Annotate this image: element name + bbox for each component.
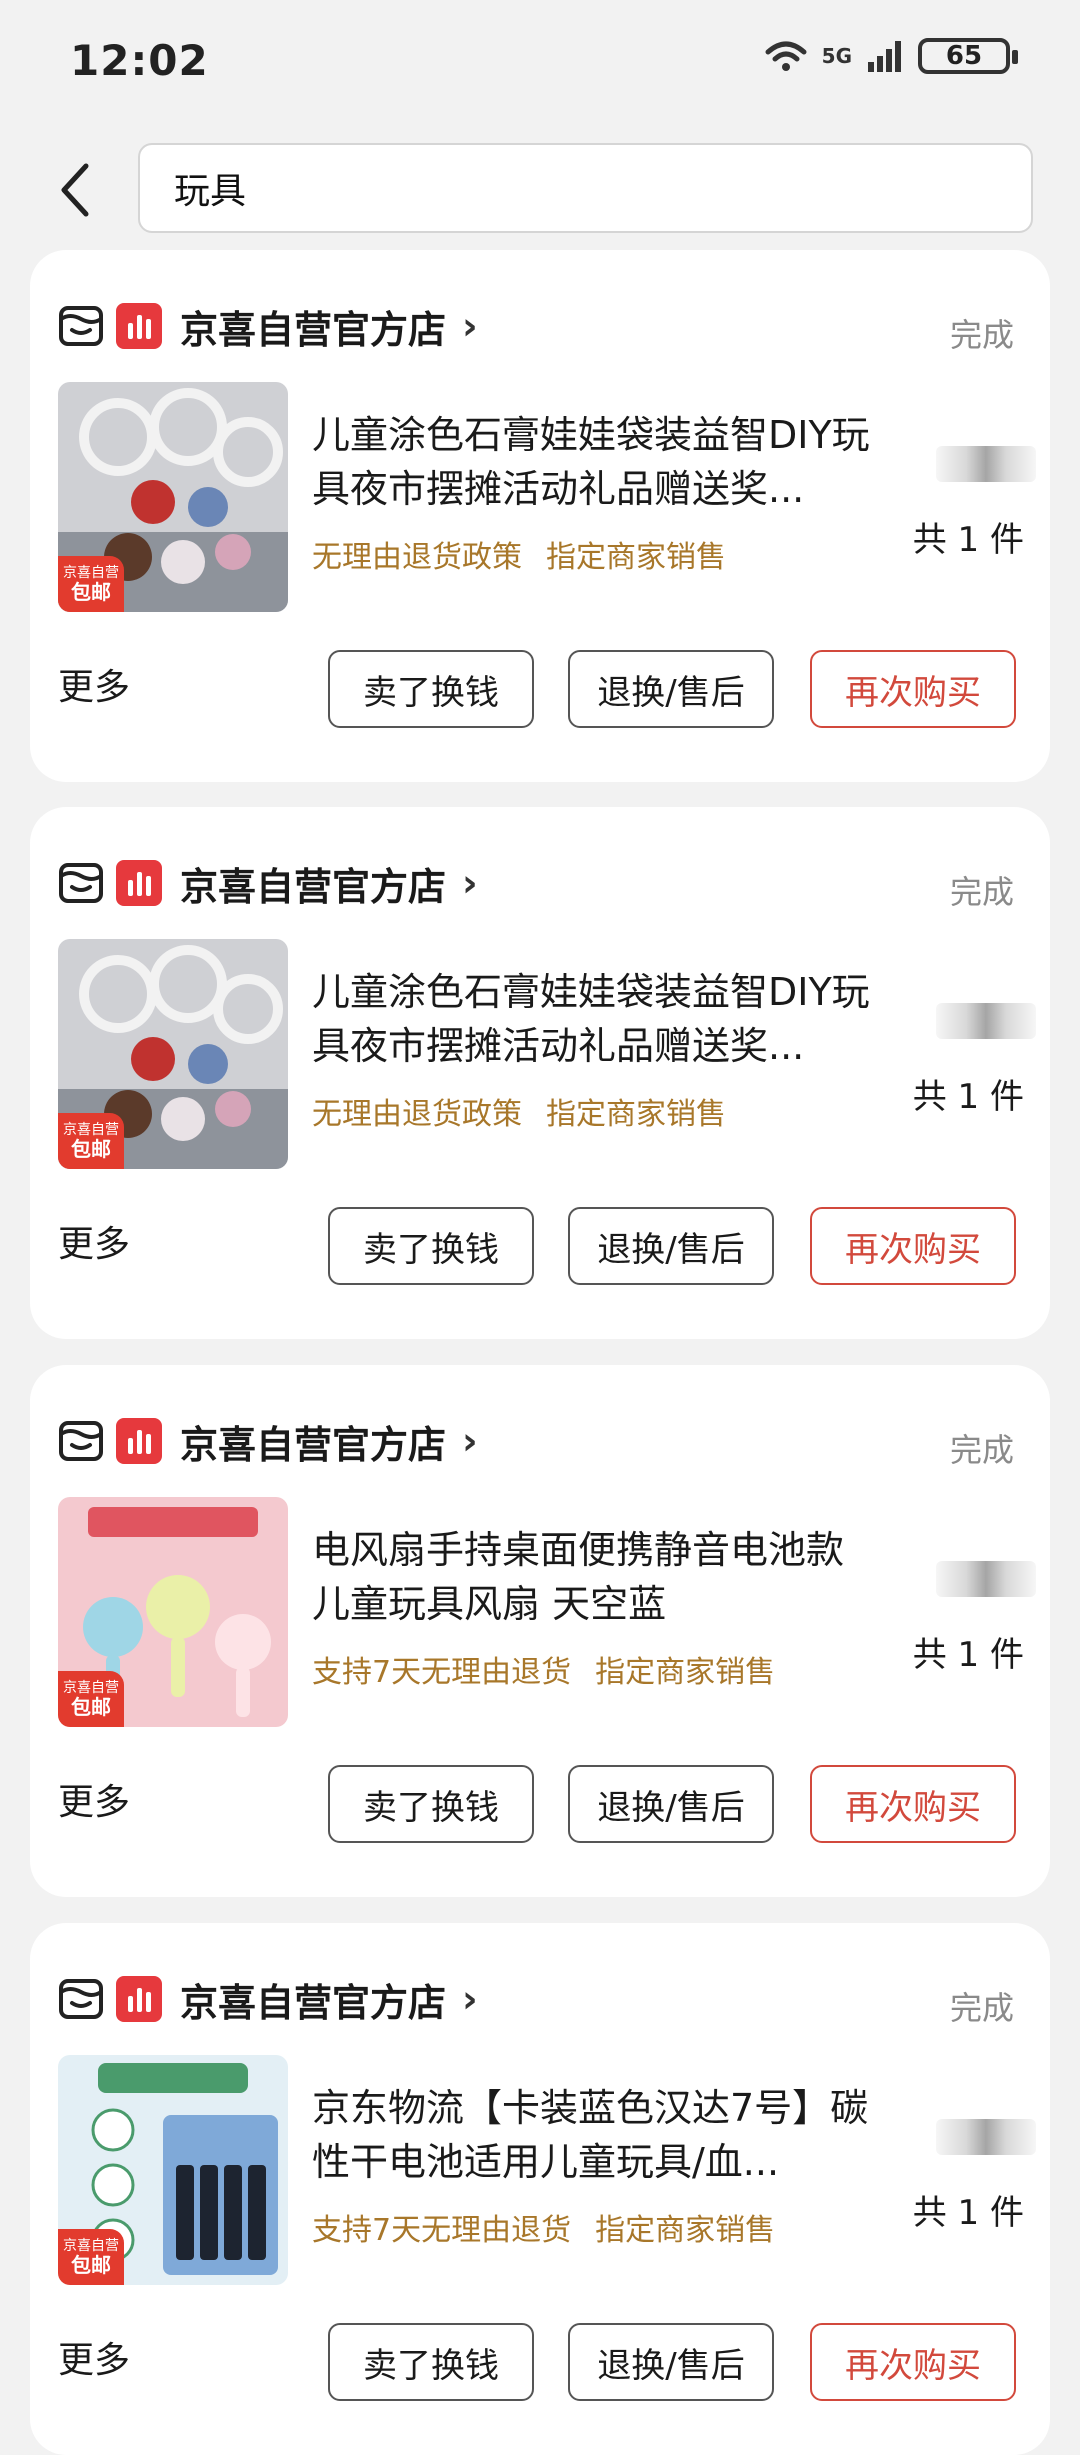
tag-return-policy: 支持7天无理由退货 [312,1655,572,1690]
order-status: 完成 [949,873,1014,911]
more-button[interactable]: 更多 [58,1773,130,1825]
chevron-right-icon: › [462,304,478,348]
sell-button[interactable]: 卖了换钱 [328,650,534,728]
badge-free-shipping: 包邮 [71,580,111,604]
buy-again-button[interactable]: 再次购买 [810,1765,1016,1843]
tag-return-policy: 支持7天无理由退货 [312,2213,572,2248]
price-blurred [936,1003,1036,1039]
item-quantity: 共 1 件 [912,1077,1024,1117]
tag-merchant: 指定商家销售 [546,540,726,575]
store-icon [59,306,103,346]
service-tags: 支持7天无理由退货 指定商家销售 [312,2205,775,2249]
more-button[interactable]: 更多 [58,2331,130,2383]
sell-button[interactable]: 卖了换钱 [328,1207,534,1285]
back-icon[interactable] [48,158,108,222]
jingxi-logo-icon [116,1976,162,2022]
buy-again-button[interactable]: 再次购买 [810,650,1016,728]
refund-button[interactable]: 退换/售后 [568,1207,774,1285]
chevron-right-icon: › [462,1419,478,1463]
store-header[interactable]: 京喜自营官方店 › [58,296,478,356]
network-type: 5G [821,44,852,68]
sell-button[interactable]: 卖了换钱 [328,2323,534,2401]
product-image[interactable]: 京喜自营 包邮 [58,382,288,612]
tag-merchant: 指定商家销售 [595,1655,776,1690]
product-image[interactable]: 京喜自营 包邮 [58,2055,288,2285]
product-title[interactable]: 京东物流【卡装蓝色汉达7号】碳性干电池适用儿童玩具/血... [312,2081,872,2189]
search-input[interactable]: 玩具 [138,143,1033,233]
battery-level: 65 [945,41,983,71]
badge-free-shipping: 包邮 [71,1695,111,1719]
buy-again-button[interactable]: 再次购买 [810,2323,1016,2401]
status-icons: 5G 65 [764,38,1018,74]
store-header[interactable]: 京喜自营官方店 › [58,1969,478,2029]
order-status: 完成 [949,1989,1014,2027]
order-status: 完成 [949,1431,1014,1469]
store-header[interactable]: 京喜自营官方店 › [58,853,478,913]
clock: 12:02 [70,36,209,85]
refund-button[interactable]: 退换/售后 [568,650,774,728]
tag-merchant: 指定商家销售 [595,2213,776,2248]
store-name: 京喜自营官方店 [180,307,447,352]
badge-label: 京喜自营 [63,565,119,581]
refund-button[interactable]: 退换/售后 [568,2323,774,2401]
store-name: 京喜自营官方店 [180,864,447,909]
tag-return-policy: 无理由退货政策 [312,540,522,575]
chevron-right-icon: › [462,861,478,905]
wifi-icon [765,41,807,71]
item-quantity: 共 1 件 [912,1635,1024,1675]
store-icon [59,863,103,903]
refund-button[interactable]: 退换/售后 [568,1765,774,1843]
signal-icon [868,41,901,72]
free-shipping-badge: 京喜自营 包邮 [58,556,124,612]
free-shipping-badge: 京喜自营 包邮 [58,2229,124,2285]
status-bar: 12:02 5G 65 [0,0,1080,120]
store-icon [59,1979,103,2019]
store-name: 京喜自营官方店 [180,1422,447,1467]
tag-return-policy: 无理由退货政策 [312,1097,522,1132]
item-quantity: 共 1 件 [912,520,1024,560]
product-image[interactable]: 京喜自营 包邮 [58,1497,288,1727]
badge-free-shipping: 包邮 [71,1137,111,1161]
order-card[interactable]: 京喜自营官方店 › 完成 京喜自营 包邮 儿童涂色石膏娃娃袋装益智DIY玩具夜市… [30,807,1050,1339]
price-blurred [936,446,1036,482]
product-title[interactable]: 儿童涂色石膏娃娃袋装益智DIY玩具夜市摆摊活动礼品赠送奖... [312,965,872,1073]
order-card[interactable]: 京喜自营官方店 › 完成 京喜自营 包邮 京东物流【卡装蓝色汉达7号】碳性干电池… [30,1923,1050,2455]
service-tags: 无理由退货政策 指定商家销售 [312,532,726,576]
store-name: 京喜自营官方店 [180,1980,447,2025]
jingxi-logo-icon [116,303,162,349]
item-quantity: 共 1 件 [912,2193,1024,2233]
more-button[interactable]: 更多 [58,1215,130,1267]
free-shipping-badge: 京喜自营 包邮 [58,1671,124,1727]
chevron-right-icon: › [462,1977,478,2021]
free-shipping-badge: 京喜自营 包邮 [58,1113,124,1169]
badge-free-shipping: 包邮 [71,2253,111,2277]
order-card[interactable]: 京喜自营官方店 › 完成 京喜自营 包邮 电风扇手持桌面便携静音电池款儿童玩具风… [30,1365,1050,1897]
service-tags: 支持7天无理由退货 指定商家销售 [312,1647,775,1691]
badge-label: 京喜自营 [63,1122,119,1138]
badge-label: 京喜自营 [63,1680,119,1696]
badge-label: 京喜自营 [63,2238,119,2254]
sell-button[interactable]: 卖了换钱 [328,1765,534,1843]
store-header[interactable]: 京喜自营官方店 › [58,1411,478,1471]
more-button[interactable]: 更多 [58,658,130,710]
order-status: 完成 [949,316,1014,354]
product-title[interactable]: 电风扇手持桌面便携静音电池款儿童玩具风扇 天空蓝 [312,1523,872,1631]
search-query: 玩具 [174,171,247,212]
order-card[interactable]: 京喜自营官方店 › 完成 京喜自营 包邮 儿童涂色石膏娃娃袋装益智DIY玩具夜市… [30,250,1050,782]
battery-indicator: 65 [918,38,1018,74]
price-blurred [936,1561,1036,1597]
price-blurred [936,2119,1036,2155]
search-header: 玩具 [0,140,1080,240]
buy-again-button[interactable]: 再次购买 [810,1207,1016,1285]
store-icon [59,1421,103,1461]
product-image[interactable]: 京喜自营 包邮 [58,939,288,1169]
product-title[interactable]: 儿童涂色石膏娃娃袋装益智DIY玩具夜市摆摊活动礼品赠送奖... [312,408,872,516]
service-tags: 无理由退货政策 指定商家销售 [312,1089,726,1133]
jingxi-logo-icon [116,860,162,906]
tag-merchant: 指定商家销售 [546,1097,726,1132]
jingxi-logo-icon [116,1418,162,1464]
